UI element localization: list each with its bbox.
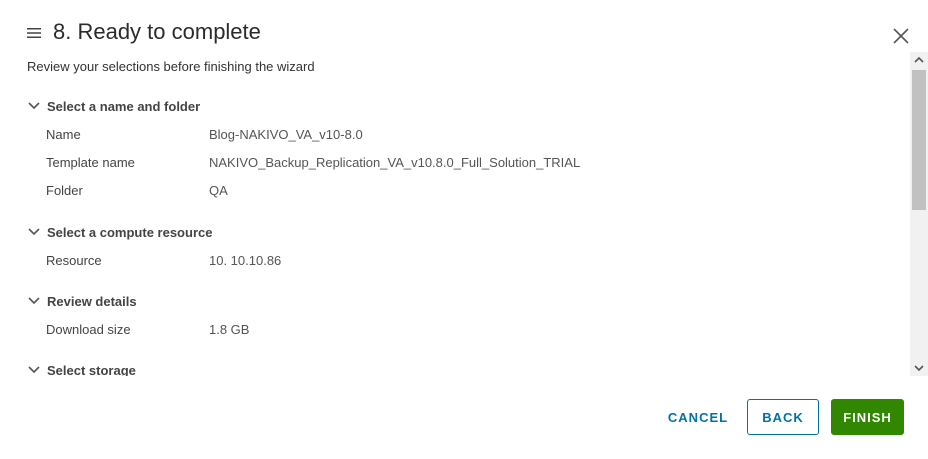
review-content: Select a name and folder Name Blog-NAKIV… xyxy=(0,88,908,376)
vertical-scrollbar[interactable] xyxy=(910,52,928,376)
section-toggle-select-storage[interactable]: Select storage xyxy=(28,361,136,376)
section-toggle-compute-resource[interactable]: Select a compute resource xyxy=(28,223,212,241)
section-toggle-review-details[interactable]: Review details xyxy=(28,292,137,310)
hamburger-menu-icon[interactable] xyxy=(27,28,41,38)
section-title: Select a compute resource xyxy=(47,224,213,240)
back-button[interactable]: BACK xyxy=(747,399,819,435)
row-value-folder: QA xyxy=(209,183,228,198)
row-label-folder: Folder xyxy=(46,183,83,198)
page-subtitle: Review your selections before finishing … xyxy=(27,59,315,74)
row-value-download-size: 1.8 GB xyxy=(209,322,250,337)
close-icon[interactable] xyxy=(893,28,909,44)
chevron-down-icon xyxy=(28,228,40,236)
section-title: Review details xyxy=(47,293,137,309)
row-label-name: Name xyxy=(46,127,81,142)
scroll-down-arrow-icon[interactable] xyxy=(910,360,928,376)
chevron-down-icon xyxy=(28,297,40,305)
row-value-resource: 10. 10.10.86 xyxy=(209,253,282,268)
finish-button[interactable]: FINISH xyxy=(831,399,904,435)
scrollbar-thumb[interactable] xyxy=(912,70,926,210)
section-toggle-name-folder[interactable]: Select a name and folder xyxy=(28,97,200,115)
row-label-download-size: Download size xyxy=(46,322,131,337)
row-label-template-name: Template name xyxy=(46,155,135,170)
cancel-button[interactable]: CANCEL xyxy=(660,399,736,435)
section-title: Select storage xyxy=(47,362,136,377)
scroll-up-arrow-icon[interactable] xyxy=(910,52,928,68)
row-value-template-name: NAKIVO_Backup_Replication_VA_v10.8.0_Ful… xyxy=(209,155,581,170)
wizard-header: 8. Ready to complete xyxy=(0,0,928,60)
section-title: Select a name and folder xyxy=(47,98,201,114)
chevron-down-icon xyxy=(28,366,40,374)
row-value-name: Blog-NAKIVO_VA_v10-8.0 xyxy=(209,127,363,142)
page-title: 8. Ready to complete xyxy=(53,19,261,44)
chevron-down-icon xyxy=(28,102,40,110)
row-label-resource: Resource xyxy=(46,253,102,268)
